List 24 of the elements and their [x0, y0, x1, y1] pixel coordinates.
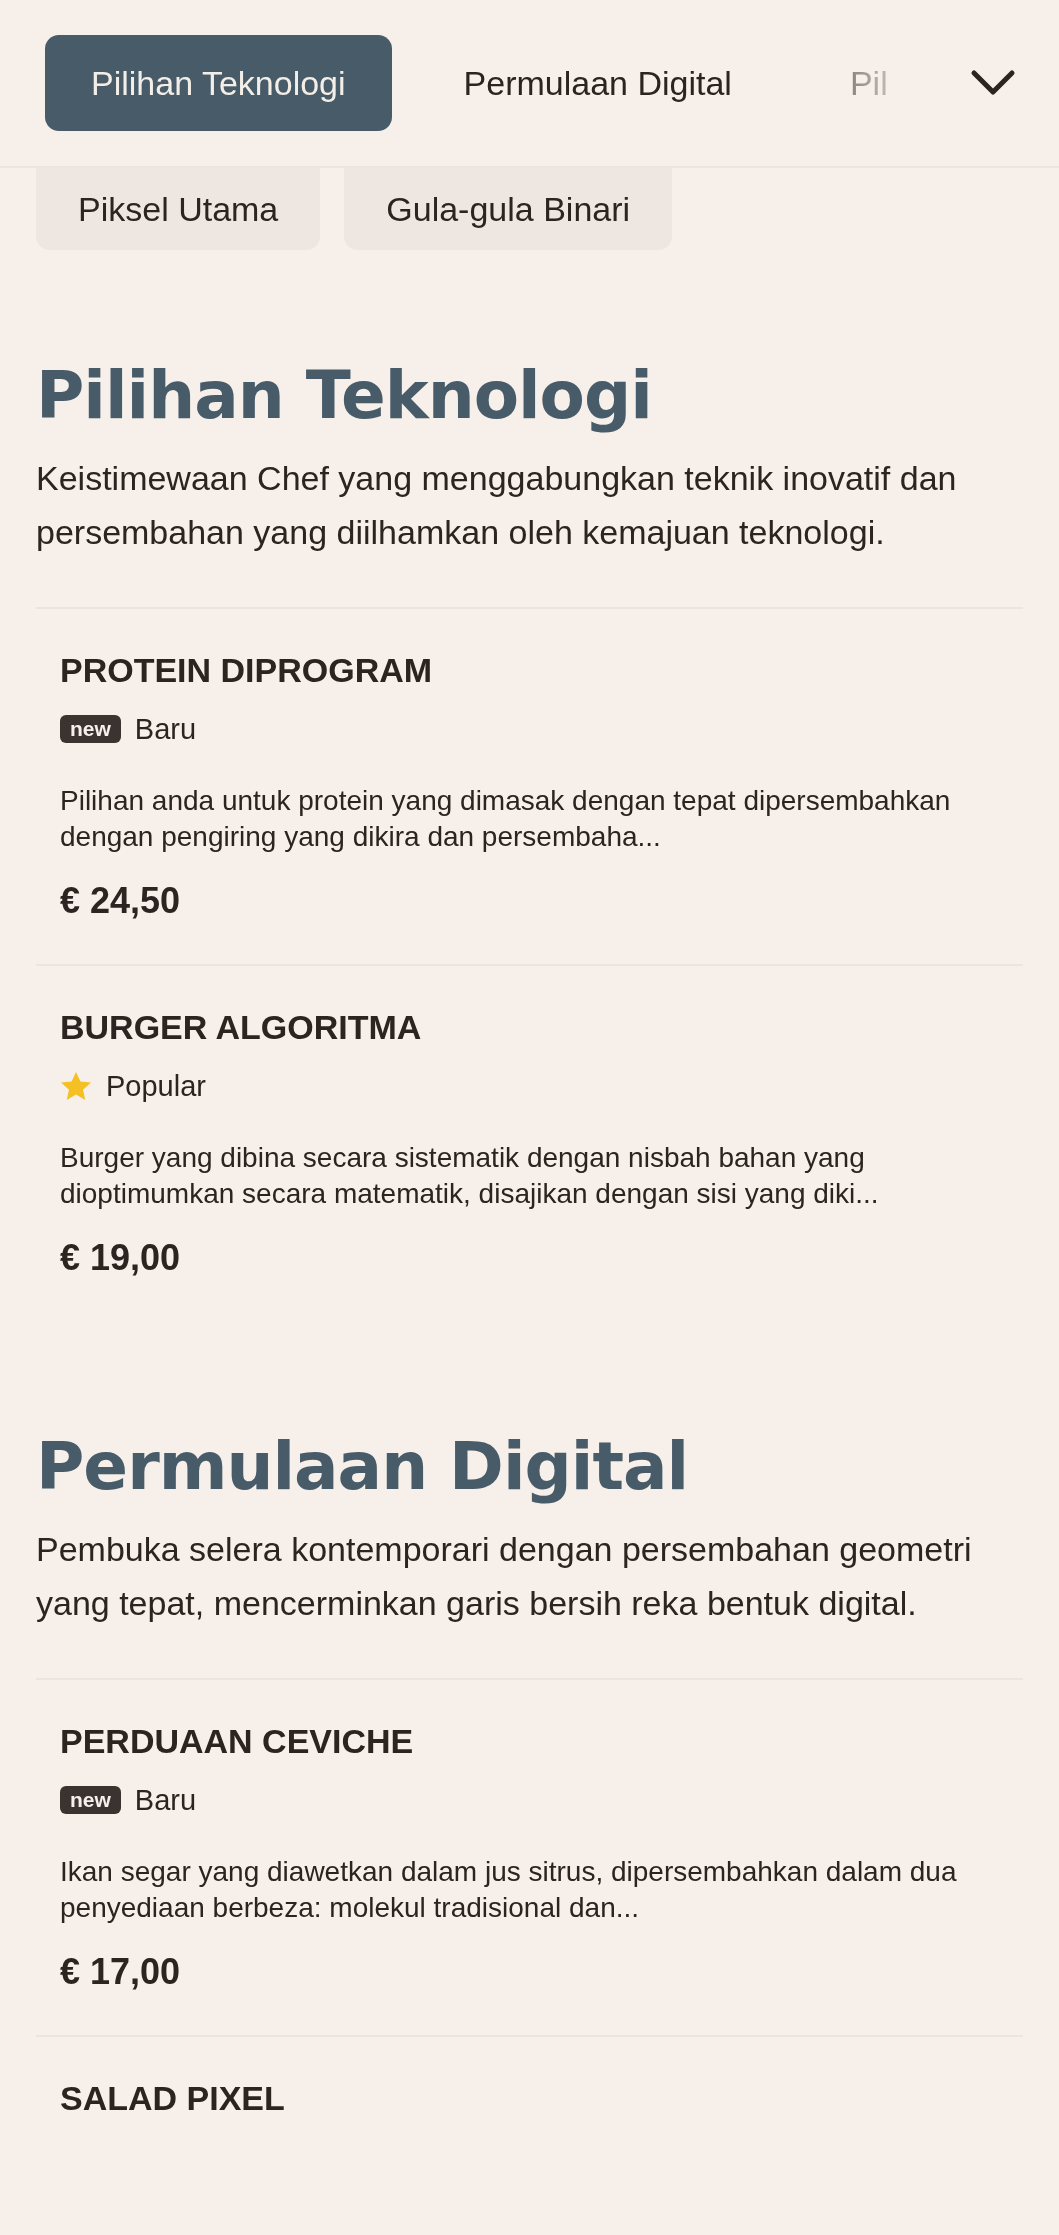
dish-name: PERDUAAN CEVICHE — [60, 1721, 415, 1762]
dish-price: € 17,00 — [60, 1950, 182, 1994]
dish-name: BURGER ALGORITMA — [60, 1007, 423, 1048]
dish-price: € 19,00 — [60, 1236, 182, 1280]
badge-label: Popular — [106, 1069, 206, 1103]
badge-label: Baru — [134, 712, 197, 746]
dish-description: Ikan segar yang diawetkan dalam jus sitrus, dipersembahkan dalam dua penyediaan berbeza: molekul tradisional dan... — [60, 1855, 958, 1925]
badge-label: Baru — [134, 1783, 197, 1817]
category-tab[interactable]: Pilihan Teknologi — [45, 35, 392, 131]
section-title: Permulaan Digital — [36, 1427, 690, 1506]
dish-price: € 24,50 — [60, 879, 182, 923]
category-tab[interactable]: Permulaan Digital — [417, 35, 778, 131]
new-badge: new — [60, 715, 121, 743]
new-badge: new — [60, 1786, 121, 1814]
dish-name: PROTEIN DIPROGRAM — [60, 650, 434, 691]
dish-description: Pilihan anda untuk protein yang dimasak dengan tepat dipersembahkan dengan pengiring yang dikira dan persembaha... — [60, 784, 952, 854]
dish-name: SALAD PIXEL — [60, 2078, 286, 2119]
star-icon — [60, 1070, 92, 1102]
dish-description: Burger yang dibina secara sistematik dengan nisbah bahan yang dioptimumkan secara matematik, disajikan dengan sisi yang diki... — [60, 1141, 880, 1211]
category-tab[interactable]: Gula-gula Binari — [344, 168, 673, 250]
category-tab[interactable]: Piksel Utama — [36, 168, 321, 250]
section-description: Pembuka selera kontemporari dengan persembahan geometri yang tepat, mencerminkan garis bersih reka bentuk digital. — [36, 1529, 973, 1624]
section-title: Pilihan Teknologi — [36, 356, 653, 435]
section-description: Keistimewaan Chef yang menggabungkan teknik inovatif dan persembahan yang diilhamkan oleh kemajuan teknologi. — [36, 458, 958, 553]
